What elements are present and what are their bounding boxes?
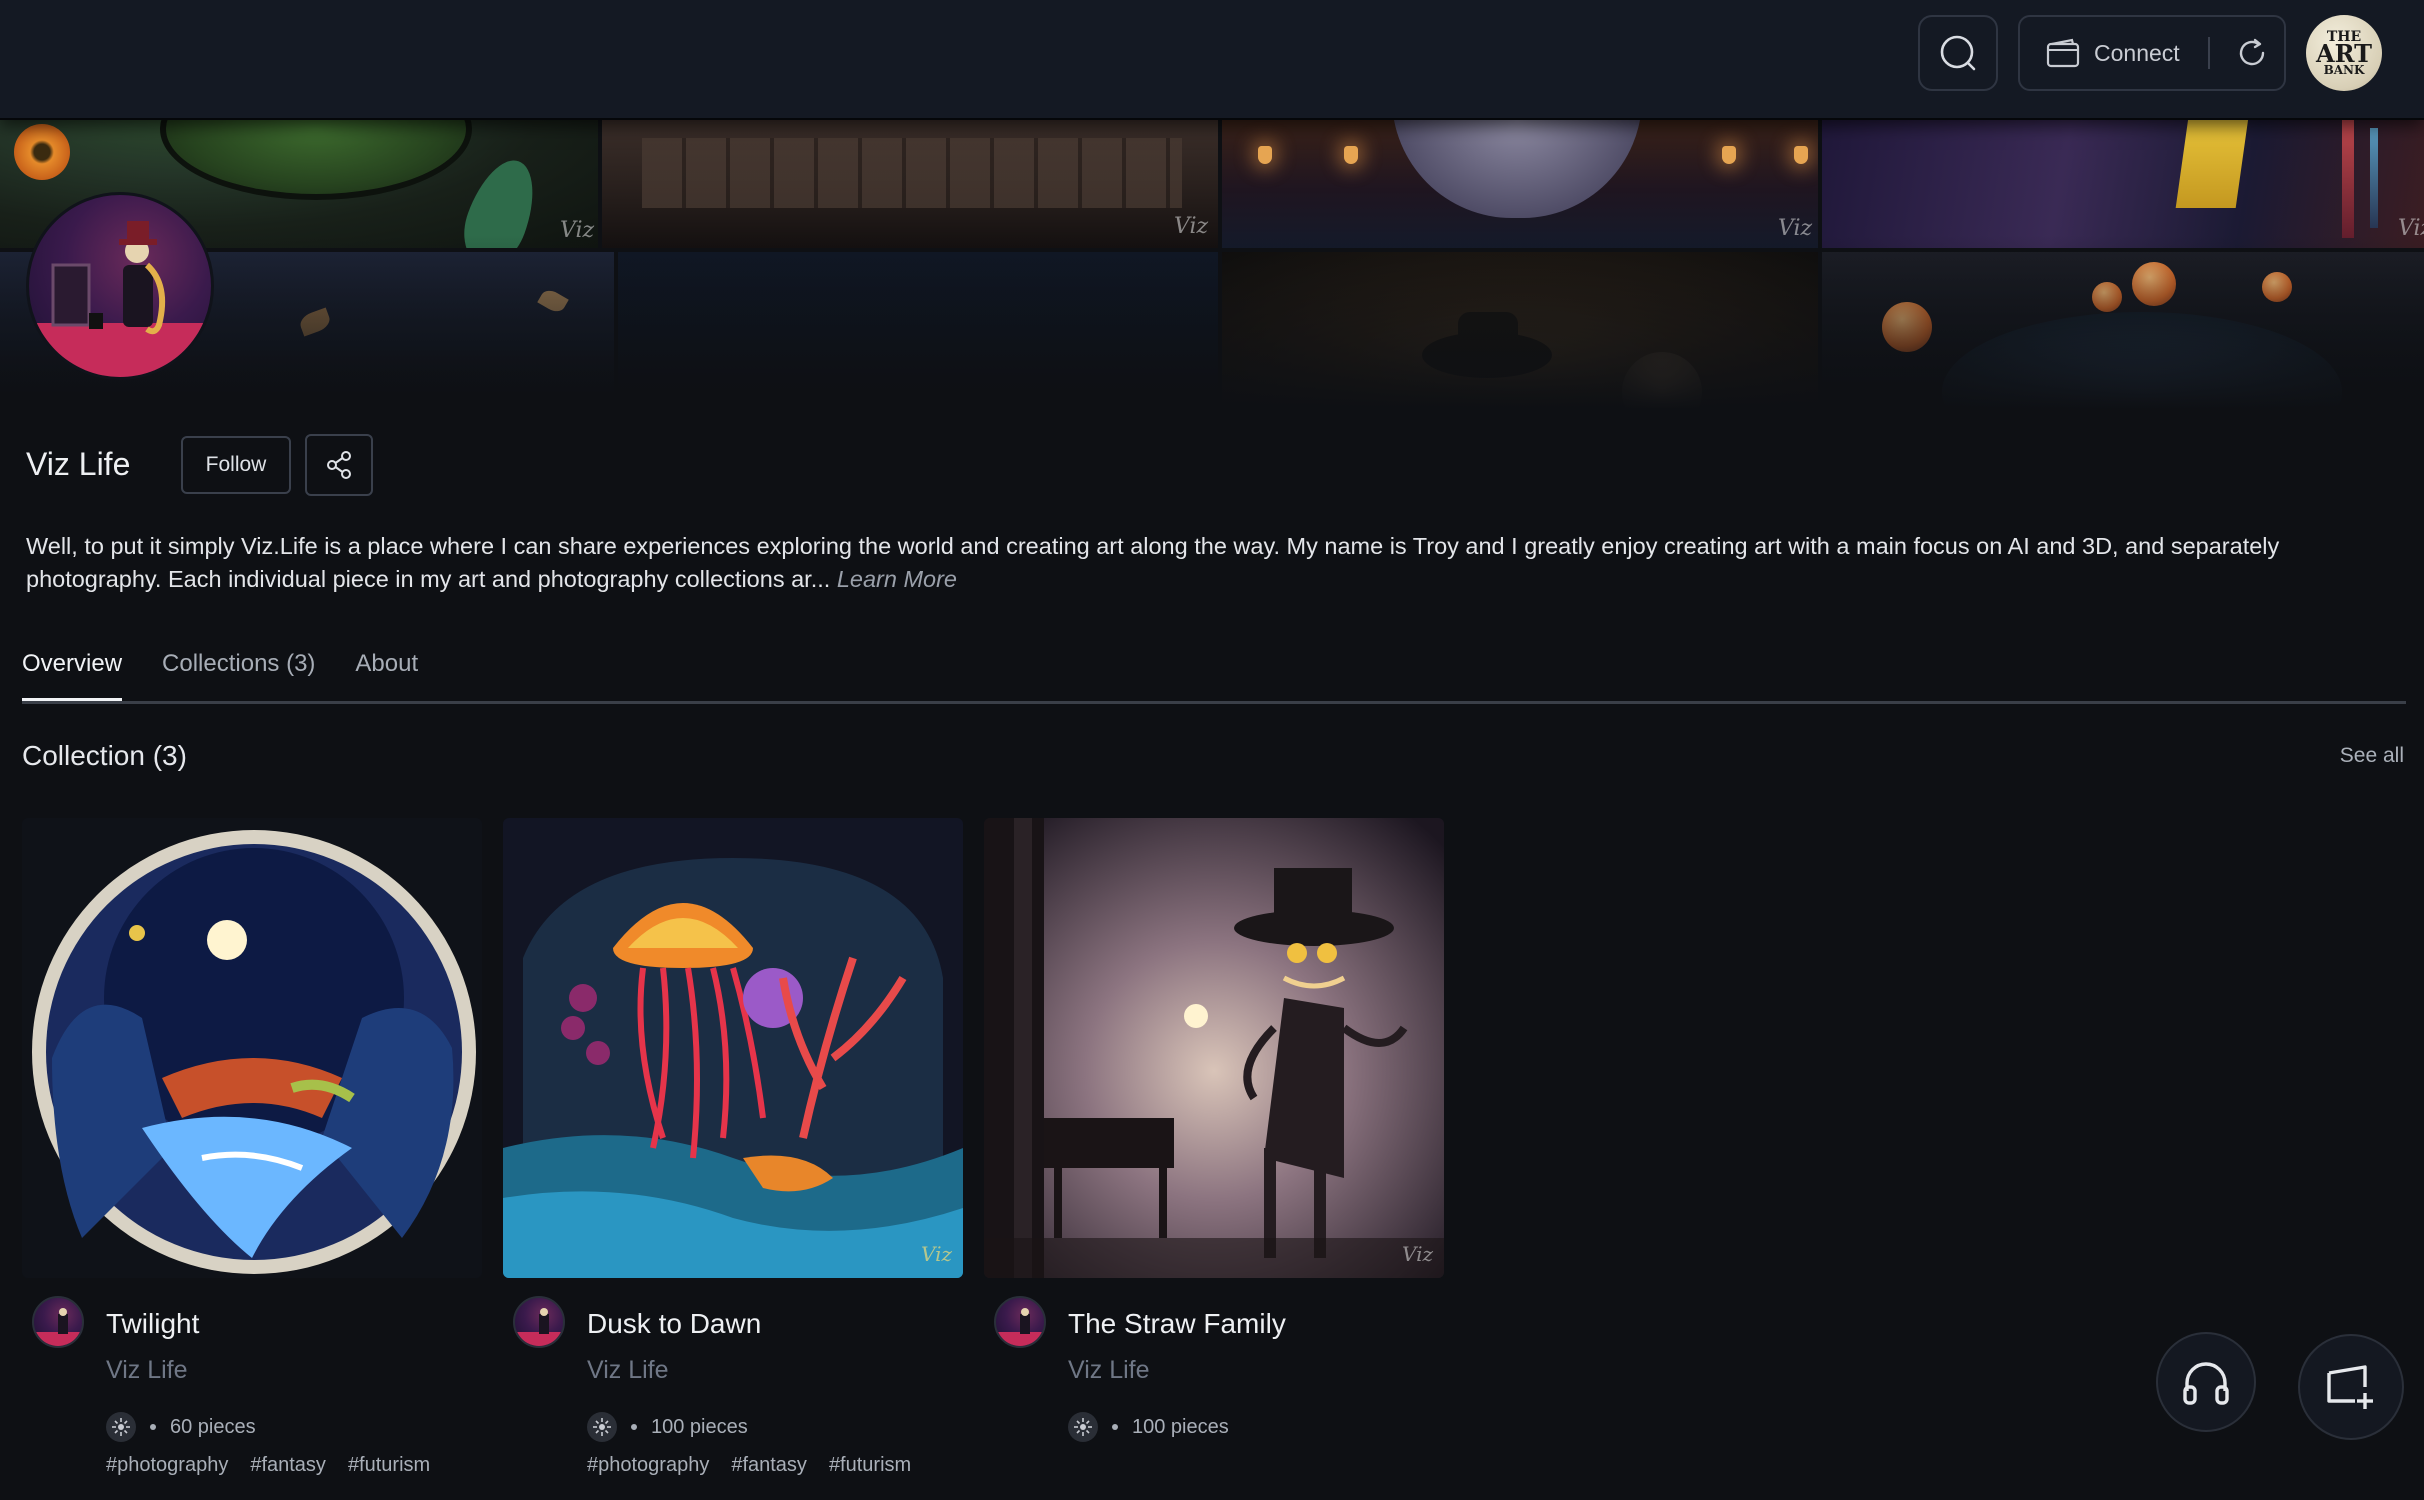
art-bank-logo[interactable]: THE ART BANK: [2306, 15, 2382, 91]
tag[interactable]: #fantasy: [731, 1454, 807, 1477]
profile-banner: Viz Viz Viz Viz: [0, 118, 2424, 410]
collection-pieces: 60 pieces: [170, 1415, 256, 1438]
tag[interactable]: #photography: [106, 1454, 228, 1477]
tag[interactable]: #futurism: [829, 1454, 911, 1477]
collection-section-title: Collection (3): [22, 740, 187, 771]
tab-about[interactable]: About: [355, 650, 418, 702]
collection-author[interactable]: Viz Life: [1068, 1356, 1150, 1385]
chain-icon: [106, 1412, 136, 1442]
wallet-divider: [2207, 37, 2210, 69]
share-icon: [327, 451, 351, 479]
tag[interactable]: #futurism: [348, 1454, 430, 1477]
collection-tags: #photography #fantasy #futurism: [106, 1454, 430, 1477]
profile-bio: Well, to put it simply Viz.Life is a pla…: [26, 530, 2396, 596]
collection-meta: 60 pieces: [106, 1412, 256, 1442]
wallet-group: Connect: [2018, 15, 2286, 91]
audio-player-button[interactable]: [2156, 1332, 2256, 1432]
search-icon: [1940, 35, 1976, 71]
wallet-icon: [2046, 38, 2080, 68]
collection-image[interactable]: Viz: [503, 818, 963, 1278]
see-all-link[interactable]: See all: [2340, 744, 2404, 768]
share-button[interactable]: [305, 434, 373, 496]
chain-icon: [1068, 1412, 1098, 1442]
refresh-button[interactable]: [2236, 37, 2268, 69]
tab-divider: [22, 701, 2406, 704]
collection-tags: #photography #fantasy #futurism: [587, 1454, 911, 1477]
collection-meta: 100 pieces: [587, 1412, 748, 1442]
refresh-icon: [2239, 38, 2264, 66]
collection-image[interactable]: [22, 818, 482, 1278]
add-to-screen-button[interactable]: [2298, 1334, 2404, 1440]
collection-title[interactable]: Twilight: [106, 1308, 199, 1340]
learn-more-link[interactable]: Learn More: [837, 566, 957, 592]
profile-name: Viz Life: [26, 446, 131, 482]
follow-button[interactable]: Follow: [181, 436, 291, 494]
banner-fade: [0, 118, 2424, 410]
meta-dot: [631, 1424, 637, 1430]
top-bar: Connect THE ART BANK: [0, 0, 2424, 120]
collection-card[interactable]: Twilight Viz Life 60 pieces #photography…: [22, 818, 482, 1476]
chain-icon: [587, 1412, 617, 1442]
meta-dot: [1112, 1424, 1118, 1430]
profile-avatar[interactable]: [26, 192, 214, 380]
collection-author[interactable]: Viz Life: [587, 1356, 669, 1385]
collection-author-avatar[interactable]: [513, 1296, 565, 1348]
collection-card[interactable]: Viz Dusk to Dawn Viz Life 100 pieces #ph…: [503, 818, 963, 1476]
collection-author[interactable]: Viz Life: [106, 1356, 188, 1385]
search-button[interactable]: [1918, 15, 1998, 91]
tab-collections[interactable]: Collections (3): [162, 650, 315, 702]
collection-title[interactable]: The Straw Family: [1068, 1308, 1286, 1340]
bio-text: Well, to put it simply Viz.Life is a pla…: [26, 533, 2280, 592]
meta-dot: [150, 1424, 156, 1430]
tag[interactable]: #fantasy: [250, 1454, 326, 1477]
headphones-icon: [2183, 1362, 2229, 1405]
collection-card[interactable]: Viz The Straw Family Viz Life 100 pieces: [984, 818, 1444, 1442]
tab-overview[interactable]: Overview: [22, 650, 123, 702]
collection-image[interactable]: Viz: [984, 818, 1444, 1278]
connect-label: Connect: [2094, 39, 2180, 66]
collection-author-avatar[interactable]: [994, 1296, 1046, 1348]
collection-title[interactable]: Dusk to Dawn: [587, 1308, 761, 1340]
profile-tabs: Overview Collections (3) About: [22, 650, 418, 702]
collection-pieces: 100 pieces: [651, 1415, 748, 1438]
tag[interactable]: #photography: [587, 1454, 709, 1477]
collection-pieces: 100 pieces: [1132, 1415, 1229, 1438]
collection-meta: 100 pieces: [1068, 1412, 1229, 1442]
connect-button[interactable]: Connect: [2020, 17, 2180, 89]
add-screen-icon: [2327, 1365, 2373, 1409]
collection-author-avatar[interactable]: [32, 1296, 84, 1348]
